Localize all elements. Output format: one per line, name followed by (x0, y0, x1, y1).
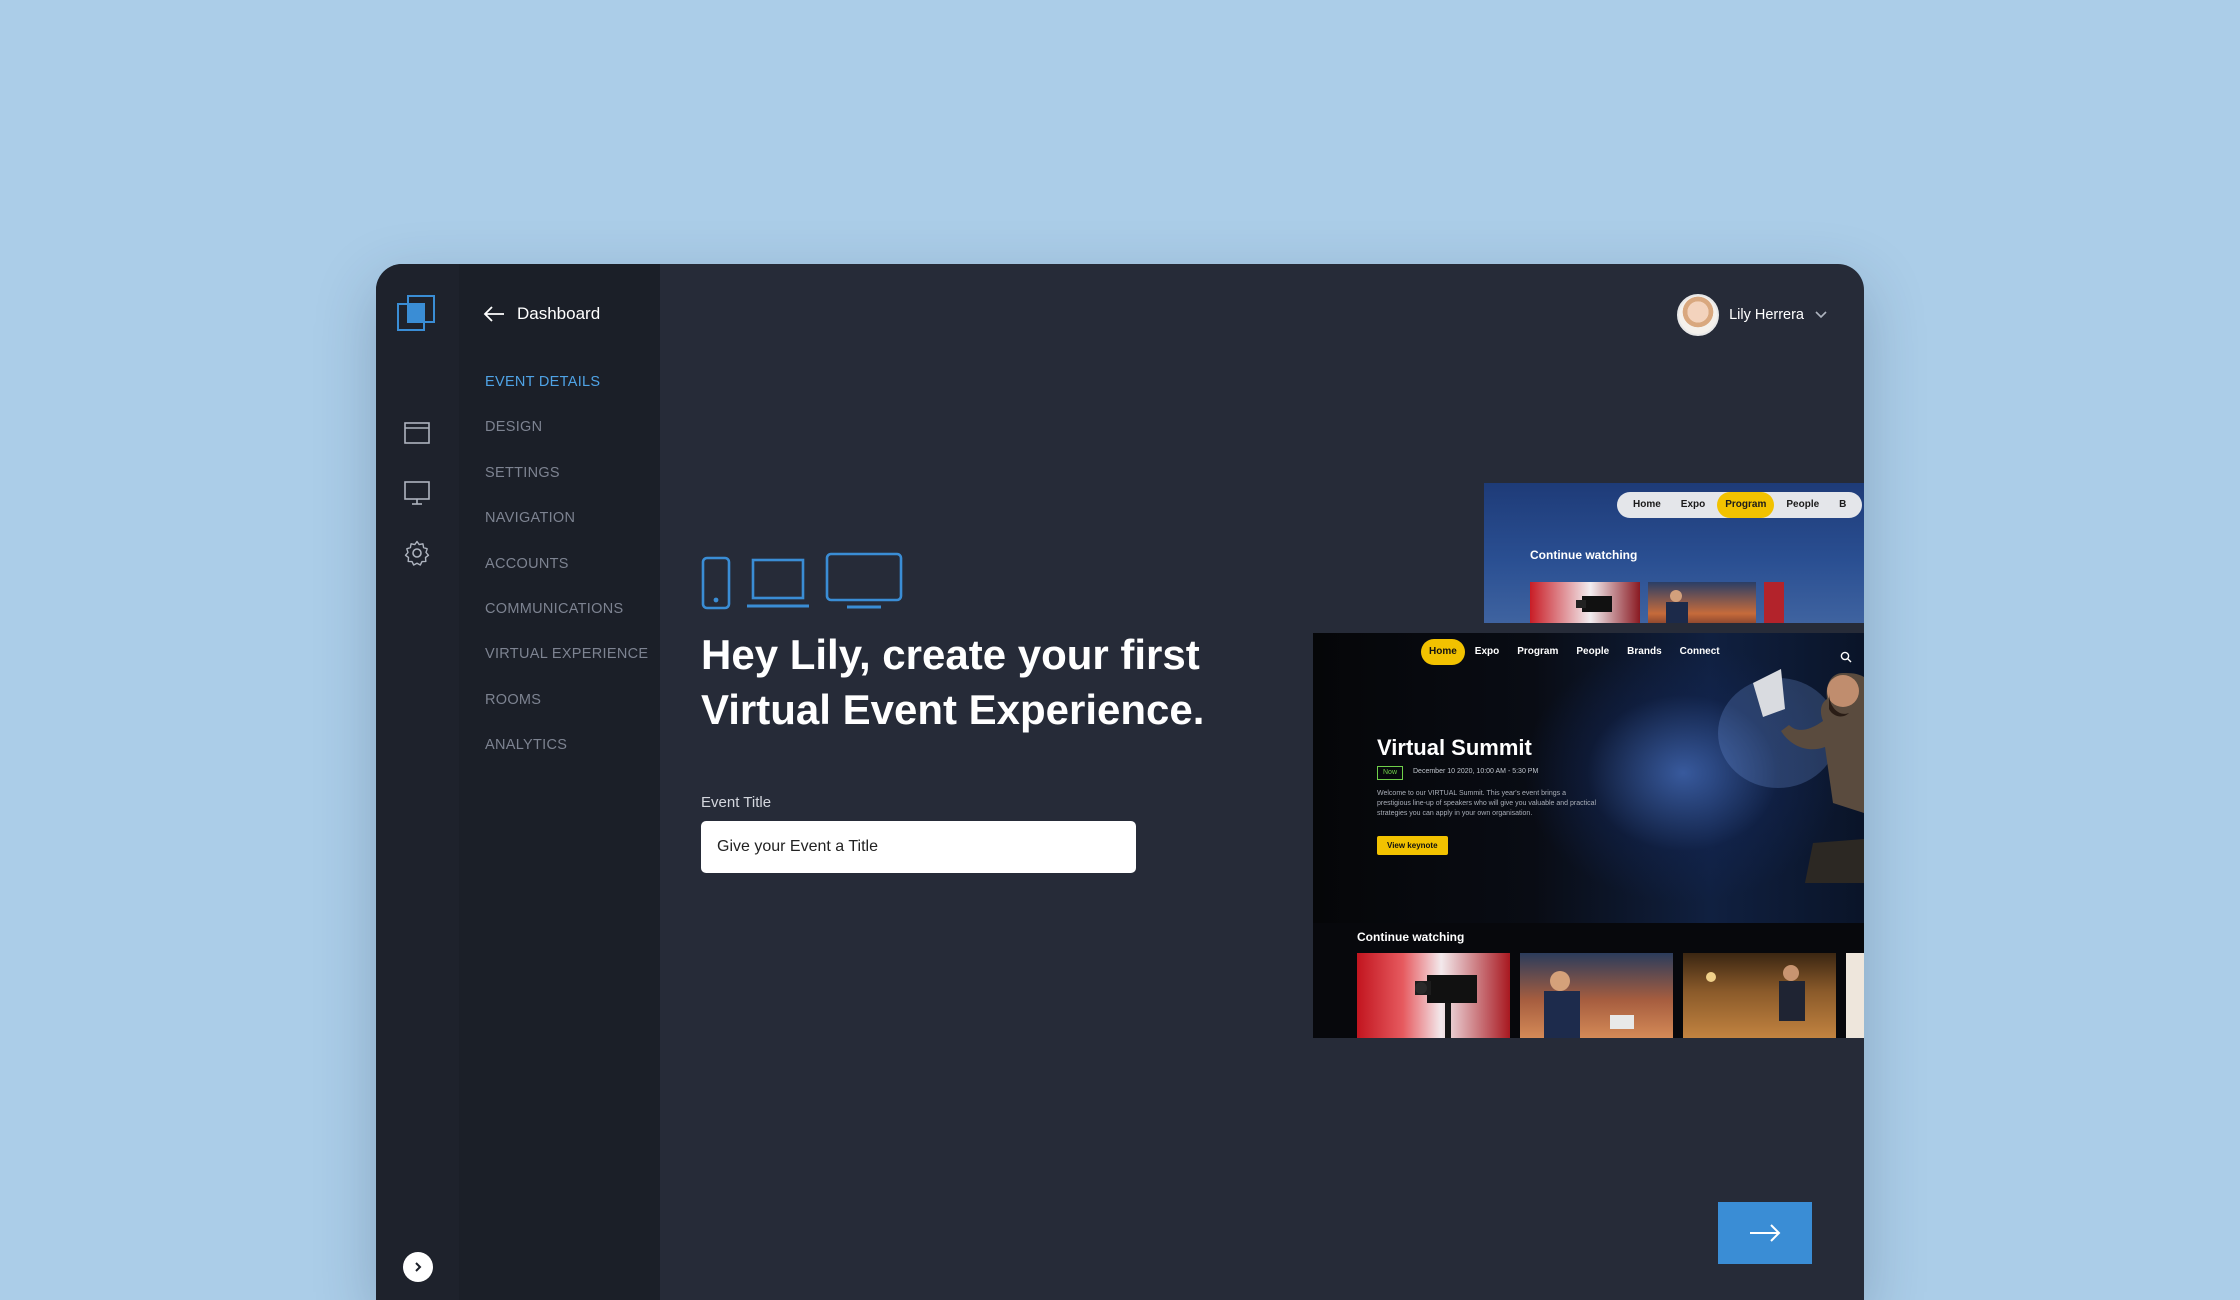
preview-nav-home: Home (1633, 499, 1661, 510)
search-icon (1840, 651, 1852, 663)
preview-front-nav-expo: Expo (1474, 646, 1500, 657)
monitor-icon (825, 552, 903, 609)
preview-home-page: Home Expo Program People Brands Connect … (1313, 633, 1864, 1038)
preview-front-nav-brands: Brands (1627, 646, 1662, 657)
thumbnail-more (1846, 953, 1864, 1038)
expand-sidebar-button[interactable] (403, 1252, 433, 1282)
monitor-icon[interactable] (403, 479, 431, 507)
event-title-input[interactable] (701, 821, 1136, 873)
phone-icon (701, 556, 731, 610)
arrow-right-icon (1750, 1224, 1781, 1242)
preview-front-nav-program: Program (1517, 646, 1559, 657)
user-name: Lily Herrera (1729, 307, 1804, 323)
menu-item-event-details[interactable]: EVENT DETAILS (485, 374, 648, 419)
preview-thumbnail-audience (1648, 582, 1756, 623)
menu-item-virtual-experience[interactable]: VIRTUAL EXPERIENCE (485, 646, 648, 691)
laptop-icon (747, 558, 809, 608)
preview-program-page: Home Expo Program People B Continue watc… (1484, 483, 1864, 623)
app-window: Dashboard EVENT DETAILS DESIGN SETTINGS … (376, 264, 1864, 1300)
preview-nav-b: B (1839, 499, 1847, 510)
menu-item-settings[interactable]: SETTINGS (485, 465, 648, 510)
next-step-button[interactable] (1718, 1202, 1812, 1264)
device-icons (701, 552, 903, 610)
chevron-down-icon (1815, 311, 1827, 319)
preview-nav-expo: Expo (1680, 499, 1706, 510)
preview-continue-watching: Continue watching (1530, 548, 1638, 562)
layout-icon[interactable] (403, 419, 431, 447)
thumbnail-presenter (1683, 953, 1836, 1038)
chevron-right-icon (415, 1262, 422, 1272)
page-headline: Hey Lily, create your first Virtual Even… (701, 631, 1205, 733)
menu-item-accounts[interactable]: ACCOUNTS (485, 556, 648, 601)
gear-icon[interactable] (403, 539, 431, 567)
preview-thumbnail-camera (1530, 582, 1640, 623)
settings-sidebar: Dashboard EVENT DETAILS DESIGN SETTINGS … (459, 264, 660, 1300)
event-title-label: Event Title (701, 794, 772, 811)
settings-menu: EVENT DETAILS DESIGN SETTINGS NAVIGATION… (485, 374, 648, 783)
menu-item-design[interactable]: DESIGN (485, 419, 648, 464)
app-logo-icon (397, 295, 435, 331)
icon-rail (376, 264, 459, 1300)
speaker-illustration (1718, 669, 1864, 883)
preview-event-title: Virtual Summit (1377, 735, 1532, 760)
preview-front-nav-home: Home (1421, 639, 1465, 665)
preview-nav: Home Expo Program People B (1617, 492, 1863, 518)
preview-event-date: December 10 2020, 10:00 AM - 5:30 PM (1413, 768, 1539, 775)
thumbnail-camera (1357, 953, 1510, 1038)
view-keynote-button: View keynote (1377, 836, 1448, 855)
user-menu[interactable]: Lily Herrera (1677, 294, 1828, 336)
preview-front-continue-watching: Continue watching (1357, 930, 1465, 944)
arrow-left-icon (483, 306, 504, 322)
now-badge: Now (1377, 766, 1404, 780)
preview-thumbnail-more (1764, 582, 1784, 623)
thumbnail-speaker-audience (1520, 953, 1673, 1038)
menu-item-rooms[interactable]: ROOMS (485, 692, 648, 737)
preview-front-nav: Home Expo Program People Brands Connect (1413, 639, 1736, 665)
menu-item-navigation[interactable]: NAVIGATION (485, 510, 648, 555)
preview-front-nav-people: People (1576, 646, 1610, 657)
preview-nav-program: Program (1717, 492, 1775, 518)
back-label: Dashboard (517, 304, 601, 323)
avatar (1677, 294, 1720, 336)
back-to-dashboard-link[interactable]: Dashboard (483, 304, 600, 324)
preview-event-description: Welcome to our VIRTUAL Summit. This year… (1377, 790, 1597, 817)
preview-nav-people: People (1786, 499, 1820, 510)
preview-front-nav-connect: Connect (1679, 646, 1720, 657)
menu-item-communications[interactable]: COMMUNICATIONS (485, 601, 648, 646)
menu-item-analytics[interactable]: ANALYTICS (485, 737, 648, 782)
